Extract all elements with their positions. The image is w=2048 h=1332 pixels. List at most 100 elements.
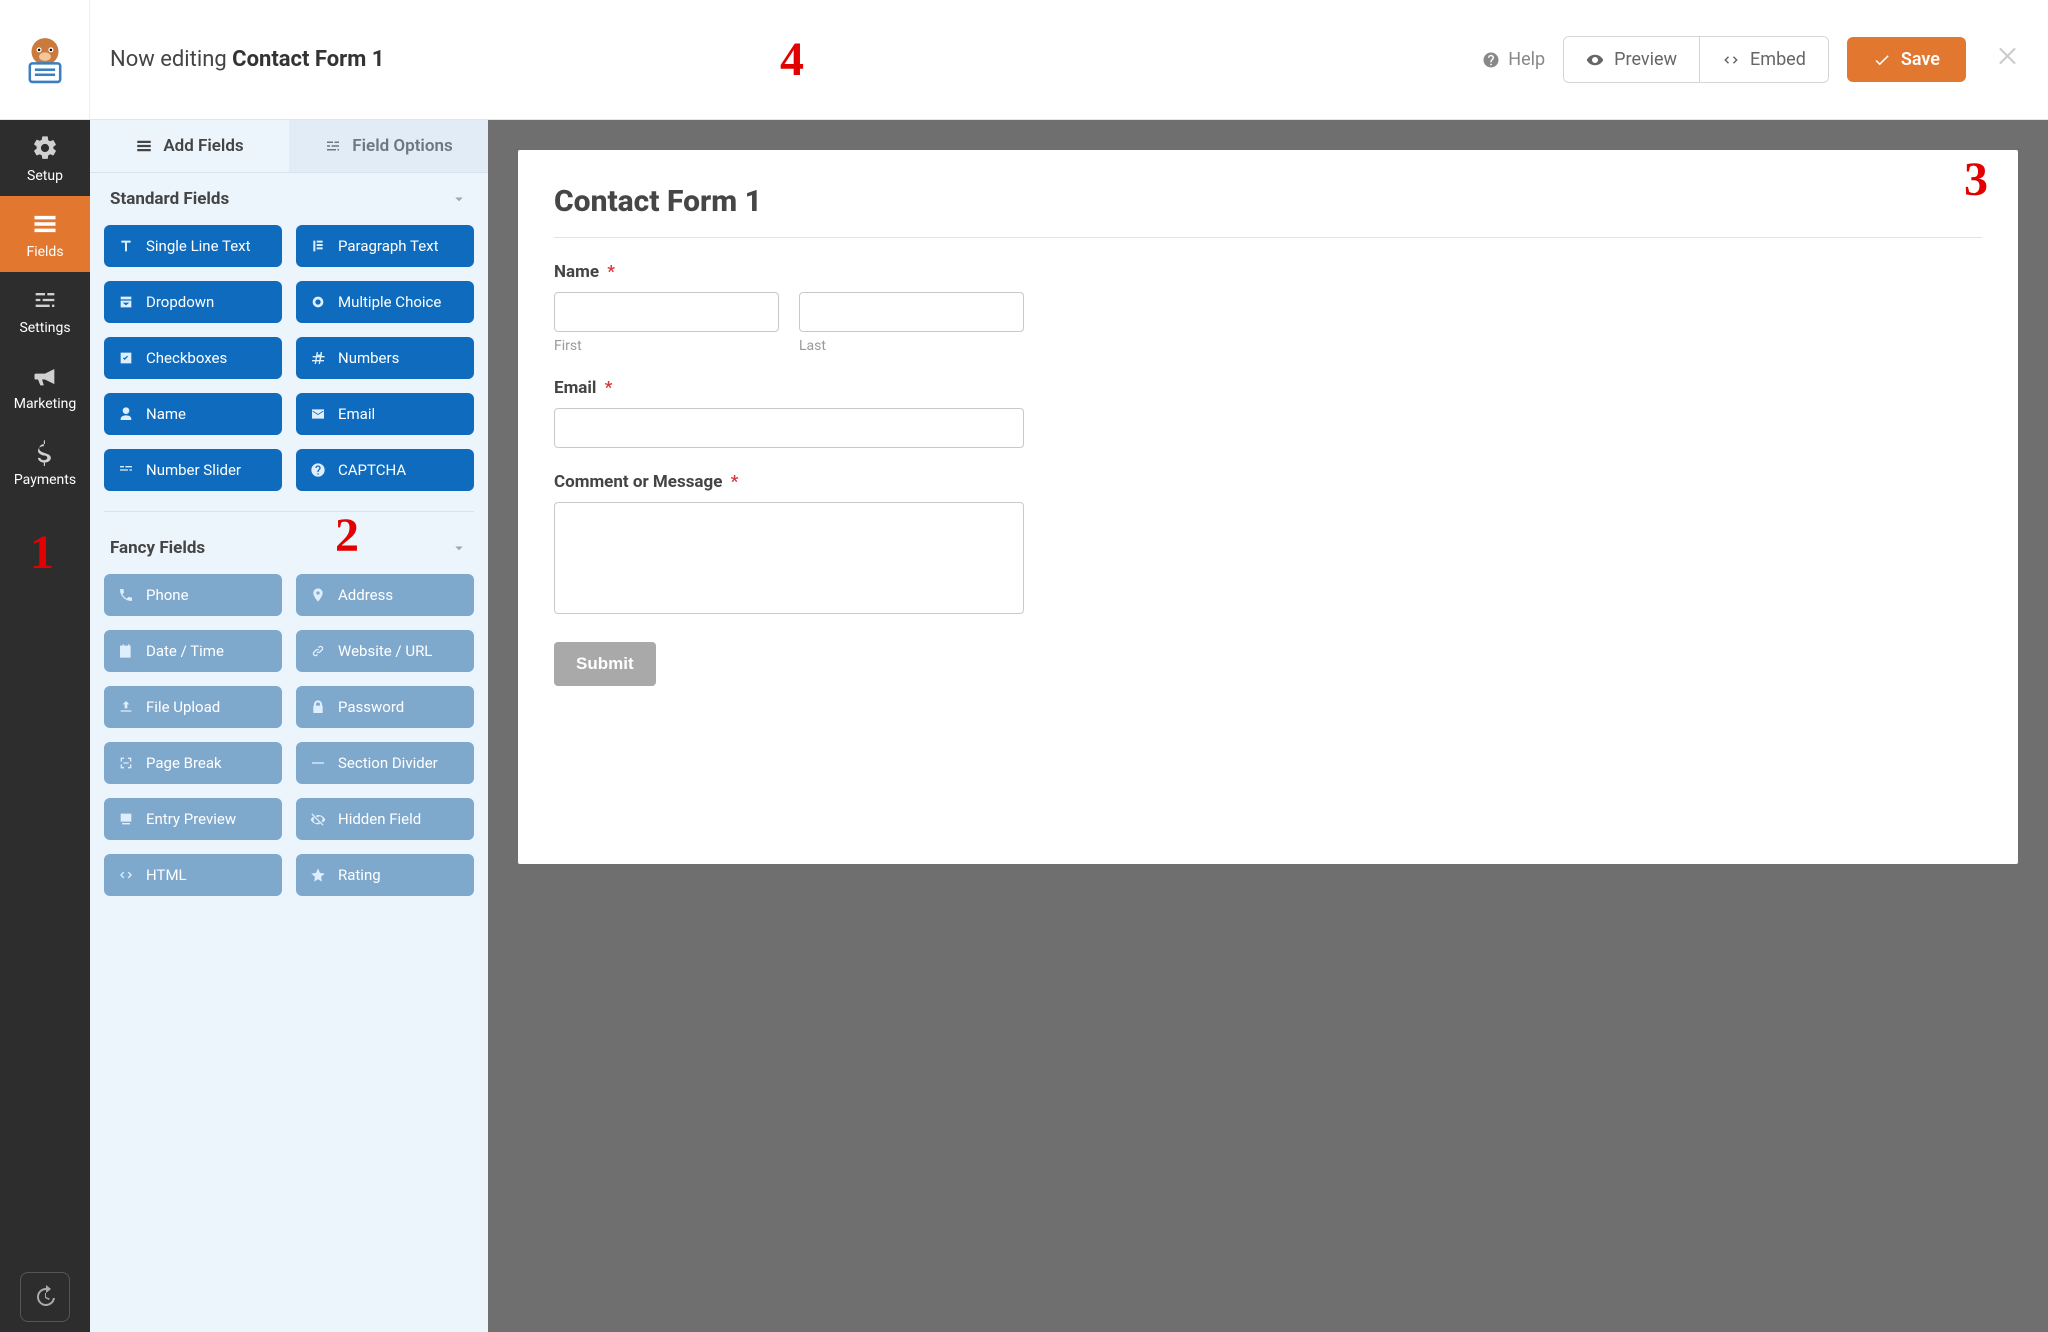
nav-payments[interactable]: Payments [0,424,90,500]
field-entry-preview[interactable]: Entry Preview [104,798,282,840]
field-dropdown[interactable]: Dropdown [104,281,282,323]
field-name[interactable]: Name [104,393,282,435]
history-button[interactable] [20,1272,70,1322]
section-standard-header[interactable]: Standard Fields [90,173,488,225]
topbar: Now editing Contact Form 1 4 Help Previe… [0,0,2048,120]
dollar-icon [31,438,59,466]
field-address[interactable]: Address [296,574,474,616]
field-single-line-text[interactable]: Single Line Text [104,225,282,267]
pin-icon [310,587,326,603]
preview-button[interactable]: Preview [1564,37,1699,82]
tab-field-options[interactable]: Field Options [289,120,488,172]
field-html[interactable]: HTML [104,854,282,896]
star-icon [310,867,326,883]
user-icon [118,406,134,422]
check-icon [1873,51,1891,69]
tab-add-fields[interactable]: Add Fields [90,120,289,172]
editing-form-name: Contact Form 1 [232,47,384,72]
nav-fields[interactable]: Fields [0,196,90,272]
help-icon [310,462,326,478]
form-title: Contact Form 1 [554,184,1982,238]
comment-textarea[interactable] [554,502,1024,614]
preview-embed-group: Preview Embed [1563,36,1829,83]
app-logo [0,0,90,119]
nav-settings[interactable]: Settings [0,272,90,348]
nav-marketing[interactable]: Marketing [0,348,90,424]
email-input[interactable] [554,408,1024,448]
field-captcha[interactable]: CAPTCHA [296,449,474,491]
embed-label: Embed [1750,49,1806,70]
history-icon [33,1285,57,1309]
panel-tabs: Add Fields Field Options [90,120,488,173]
editing-label: Now editing Contact Form 1 [110,47,384,72]
field-paragraph-text[interactable]: Paragraph Text [296,225,474,267]
chevron-down-icon [450,190,468,208]
embed-button[interactable]: Embed [1699,37,1828,82]
field-email[interactable]: Email [296,393,474,435]
field-password[interactable]: Password [296,686,474,728]
editing-prefix: Now editing [110,47,232,72]
sliders-icon [324,137,342,155]
slider-icon [118,462,134,478]
code-icon [118,867,134,883]
field-numbers[interactable]: Numbers [296,337,474,379]
list-icon [31,210,59,238]
bullhorn-icon [31,362,59,390]
mail-icon [310,406,326,422]
tab-add-label: Add Fields [163,136,243,156]
checkbox-icon [118,350,134,366]
upload-icon [118,699,134,715]
sliders-icon [31,286,59,314]
field-number-slider[interactable]: Number Slider [104,449,282,491]
gear-icon [31,134,59,162]
form-preview-card: Contact Form 1 Name * First Last [518,150,2018,864]
link-icon [310,643,326,659]
form-field-comment[interactable]: Comment or Message * [554,472,1982,618]
preview-icon [118,811,134,827]
section-fancy-label: Fancy Fields [110,538,205,558]
comment-label: Comment or Message * [554,472,1982,492]
eye-icon [1586,51,1604,69]
field-hidden-field[interactable]: Hidden Field [296,798,474,840]
hidden-icon [310,811,326,827]
nav-setup[interactable]: Setup [0,120,90,196]
field-section-divider[interactable]: Section Divider [296,742,474,784]
preview-area: 3 Contact Form 1 Name * First Last [488,120,2048,1332]
dropdown-icon [118,294,134,310]
field-checkboxes[interactable]: Checkboxes [104,337,282,379]
hash-icon [310,350,326,366]
grid-icon [135,137,153,155]
section-fancy-header[interactable]: Fancy Fields 2 [90,522,488,574]
form-field-email[interactable]: Email * [554,378,1982,448]
save-button[interactable]: Save [1847,37,1966,82]
help-link[interactable]: Help [1482,49,1545,70]
text-icon [118,238,134,254]
phone-icon [118,587,134,603]
last-name-input[interactable] [799,292,1024,332]
pagebreak-icon [118,755,134,771]
field-website-url[interactable]: Website / URL [296,630,474,672]
last-sublabel: Last [799,338,1024,354]
help-icon [1482,51,1500,69]
submit-button[interactable]: Submit [554,642,656,686]
section-divider [104,511,474,512]
main-area: Setup Fields Settings Marketing Payments… [0,120,2048,1332]
field-phone[interactable]: Phone [104,574,282,616]
required-marker: * [607,262,615,282]
preview-label: Preview [1614,49,1677,70]
first-sublabel: First [554,338,779,354]
field-date-time[interactable]: Date / Time [104,630,282,672]
save-label: Save [1901,49,1940,70]
field-page-break[interactable]: Page Break [104,742,282,784]
field-rating[interactable]: Rating [296,854,474,896]
paragraph-icon [310,238,326,254]
help-label: Help [1508,49,1545,70]
tab-options-label: Field Options [352,136,452,156]
first-name-input[interactable] [554,292,779,332]
field-file-upload[interactable]: File Upload [104,686,282,728]
field-multiple-choice[interactable]: Multiple Choice [296,281,474,323]
close-button[interactable] [1984,43,2028,76]
form-field-name[interactable]: Name * First Last [554,262,1982,354]
nav-fields-label: Fields [26,244,63,260]
required-marker: * [731,472,739,492]
